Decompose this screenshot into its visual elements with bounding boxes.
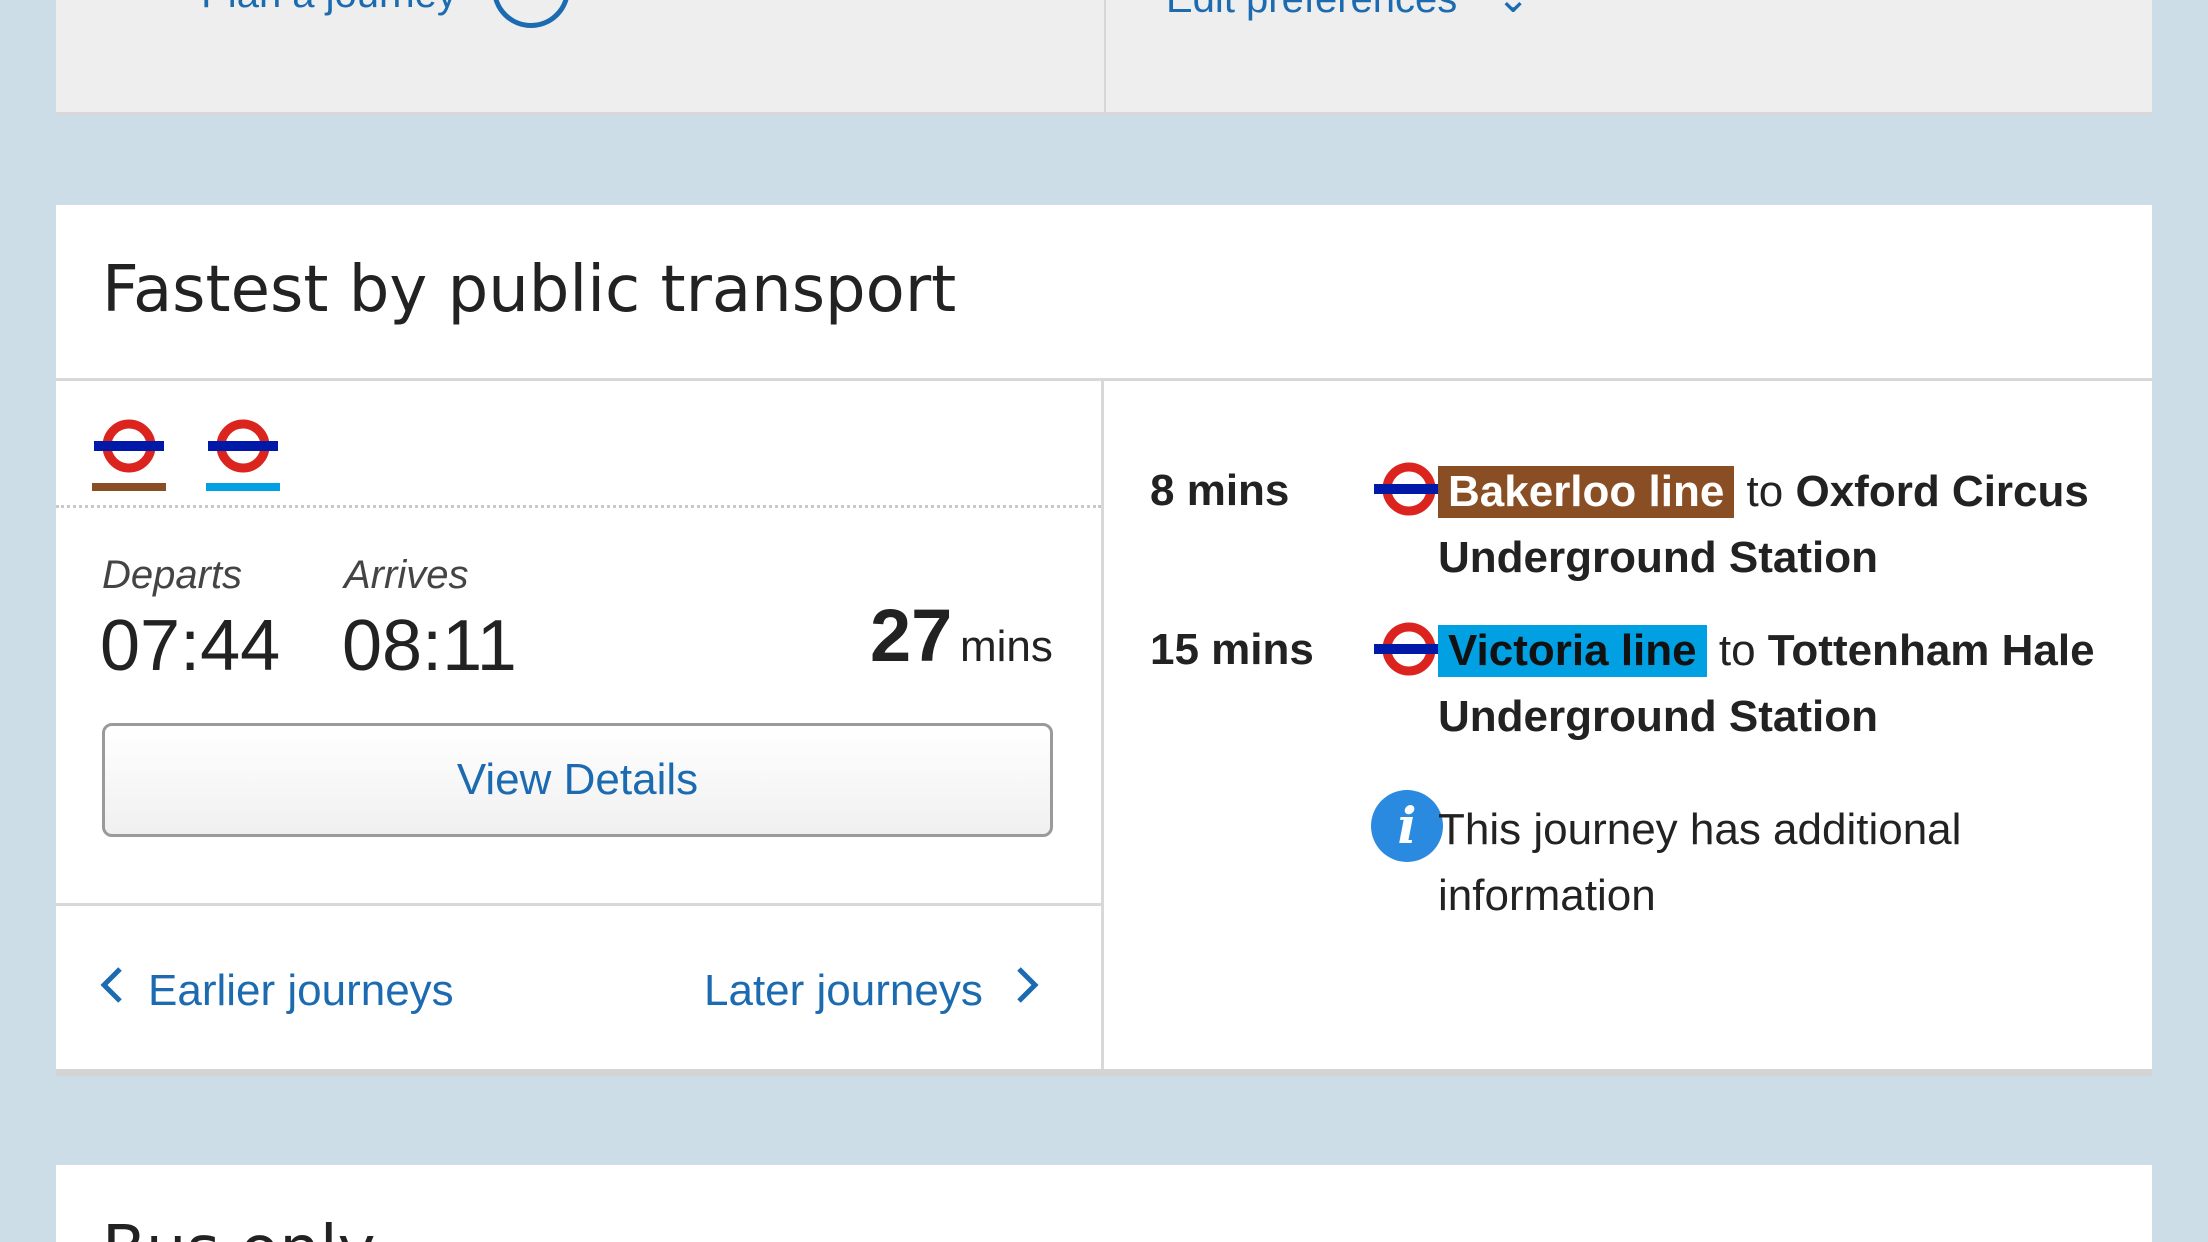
- line-badge-victoria: Victoria line: [1438, 625, 1707, 677]
- column-divider: [1101, 380, 1104, 1069]
- leg-duration: 15 mins: [1150, 625, 1314, 674]
- arrives-time: 08:11: [342, 606, 517, 686]
- results-title: Fastest by public transport: [102, 253, 957, 327]
- arrives-label: Arrives: [344, 553, 469, 597]
- bus-only-title: Bus only: [102, 1213, 376, 1242]
- underground-roundel-icon: [1372, 462, 1446, 521]
- chevron-down-icon: ⌄: [1496, 0, 1530, 21]
- victoria-line-bar: [206, 483, 280, 491]
- duration-unit: mins: [960, 622, 1053, 671]
- view-details-button[interactable]: View Details: [102, 723, 1053, 837]
- clock-icon: [492, 0, 570, 28]
- map-pin-icon: [100, 0, 140, 17]
- info-icon: i: [1371, 790, 1443, 862]
- duration-value: 27: [870, 594, 953, 677]
- underground-roundel-icon: [1372, 622, 1446, 681]
- modes-divider: [56, 505, 1101, 508]
- earlier-journeys-link[interactable]: Earlier journeys: [98, 965, 454, 1016]
- departs-time: 07:44: [100, 606, 281, 686]
- later-journeys-link[interactable]: Later journeys: [704, 965, 1057, 1016]
- departs-label: Departs: [102, 553, 243, 597]
- leg-description: Bakerloo line to Oxford Circus Undergrou…: [1438, 466, 2089, 582]
- bakerloo-line-bar: [92, 483, 166, 491]
- top-card-divider: [1104, 0, 1106, 112]
- bus-only-card: Bus only: [56, 1165, 2152, 1242]
- underground-roundel-icon: [92, 419, 166, 478]
- chevron-left-icon: [98, 965, 142, 1016]
- line-badge-bakerloo: Bakerloo line: [1438, 466, 1735, 518]
- leg-duration: 8 mins: [1150, 466, 1290, 515]
- additional-info-text: This journey has additional information: [1438, 805, 1962, 920]
- nav-divider: [56, 903, 1101, 906]
- plan-journey-link[interactable]: Plan a journey: [100, 0, 457, 17]
- leg-description: Victoria line to Tottenham Hale Undergro…: [1438, 625, 2095, 741]
- underground-roundel-icon: [206, 419, 280, 478]
- title-divider: [56, 378, 2152, 381]
- edit-preferences-link[interactable]: Edit preferences ⌄: [1166, 0, 1530, 22]
- chevron-right-icon: [1013, 965, 1057, 1016]
- journey-options-card: Plan a journey Edit preferences ⌄: [56, 0, 2152, 115]
